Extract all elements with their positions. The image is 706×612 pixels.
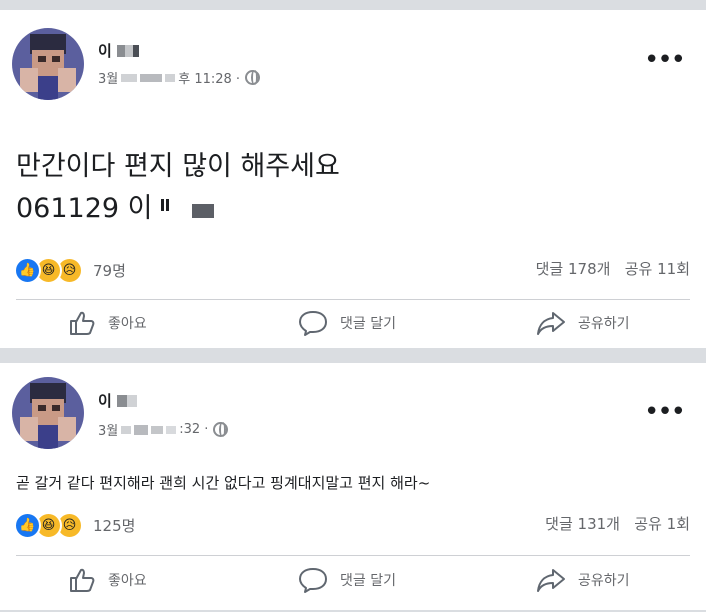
post-stats: 댓글 178개 공유 11회	[536, 258, 690, 279]
globe-icon	[213, 422, 229, 437]
share-icon	[536, 310, 566, 336]
avatar[interactable]	[12, 28, 84, 100]
comment-icon	[298, 309, 328, 337]
more-options-icon[interactable]: •••	[644, 47, 686, 73]
author-name[interactable]: 이	[98, 390, 138, 411]
post-body-line: 만간이다 편지 많이 해주세요	[16, 151, 340, 182]
thumbs-up-icon	[68, 566, 96, 594]
like-button[interactable]: 좋아요	[68, 307, 147, 339]
share-button[interactable]: 공유하기	[536, 307, 630, 339]
comment-count[interactable]: 댓글 178개	[536, 260, 611, 278]
divider	[16, 555, 690, 556]
like-reaction-icon: 👍	[14, 512, 41, 539]
post-body: 곧 갈거 같다 편지해라 괜희 시간 없다고 핑계대지말고 편지 해라~	[16, 474, 431, 492]
post-body-line: 061129 이	[16, 188, 340, 230]
post-body: 만간이다 편지 많이 해주세요 061129 이	[16, 146, 340, 230]
thumbs-up-icon	[68, 309, 96, 337]
comment-button[interactable]: 댓글 달기	[298, 564, 396, 596]
author-name[interactable]: 이	[98, 40, 140, 61]
post-card: 이 3월 후 11:28 · ••• 만간이다 편지 많이 해주세요 06112…	[0, 10, 706, 348]
globe-icon	[245, 70, 261, 85]
comment-count[interactable]: 댓글 131개	[545, 515, 620, 533]
reaction-count[interactable]: 79명	[93, 260, 126, 281]
share-count[interactable]: 공유 1회	[634, 515, 690, 533]
like-button[interactable]: 좋아요	[68, 564, 147, 596]
post-timestamp[interactable]: 3월 :32 ·	[98, 420, 229, 439]
share-count[interactable]: 공유 11회	[625, 260, 690, 278]
divider	[16, 299, 690, 300]
post-card: 이 3월 :32 · ••• 곧 갈거 같다 편지해라 괜희 시간 없다고 핑계…	[0, 363, 706, 610]
share-icon	[536, 567, 566, 593]
share-button[interactable]: 공유하기	[536, 564, 630, 596]
comment-icon	[298, 566, 328, 594]
post-stats: 댓글 131개 공유 1회	[545, 513, 690, 534]
reaction-summary[interactable]: 👍 😆 😥 125명	[14, 512, 135, 539]
comment-button[interactable]: 댓글 달기	[298, 307, 396, 339]
more-options-icon[interactable]: •••	[644, 399, 686, 425]
reaction-summary[interactable]: 👍 😆 😥 79명	[14, 257, 126, 284]
reaction-count[interactable]: 125명	[93, 515, 135, 536]
post-timestamp[interactable]: 3월 후 11:28 ·	[98, 68, 261, 87]
avatar[interactable]	[12, 377, 84, 449]
like-reaction-icon: 👍	[14, 257, 41, 284]
